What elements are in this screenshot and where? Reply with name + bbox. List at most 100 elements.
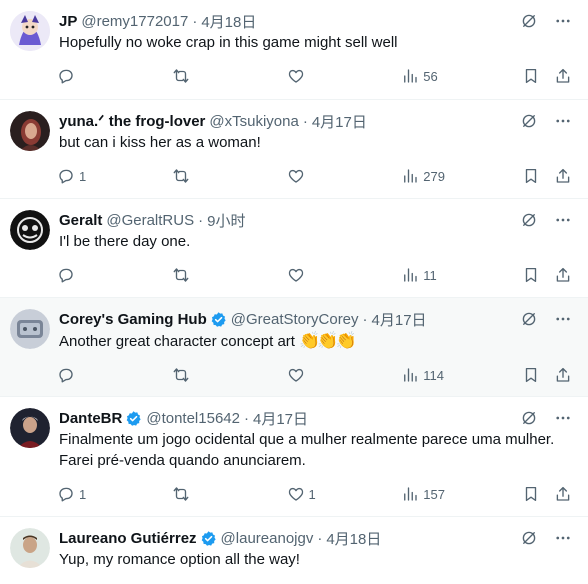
replies-feed: JP @remy1772017 · 4月18日 Hopefully no wok… — [0, 0, 588, 584]
action-bar: 1 1 157 — [57, 471, 572, 517]
tweet[interactable]: Laureano Gutiérrez @laureanojgv · 4月18日 … — [0, 517, 588, 584]
bookmark-icon[interactable] — [522, 266, 540, 284]
more-icon[interactable] — [554, 211, 572, 229]
separator-dot: · — [243, 409, 249, 427]
tweet-text: Hopefully no woke crap in this game migh… — [59, 34, 398, 51]
author-handle[interactable]: @xTsukiyona — [209, 113, 298, 130]
retweet-button[interactable] — [172, 366, 232, 384]
grok-icon[interactable] — [520, 409, 538, 427]
share-icon[interactable] — [554, 167, 572, 185]
views-button[interactable]: 157 — [401, 485, 467, 503]
grok-icon[interactable] — [520, 112, 538, 130]
author-handle[interactable]: @GeraltRUS — [106, 212, 194, 229]
retweet-button[interactable] — [172, 266, 232, 284]
retweet-button[interactable] — [172, 167, 232, 185]
share-icon[interactable] — [554, 67, 572, 85]
reply-icon — [59, 487, 73, 502]
more-icon[interactable] — [554, 12, 572, 30]
retweet-icon — [173, 69, 189, 83]
timestamp[interactable]: 4月18日 — [326, 528, 381, 549]
tweet[interactable]: yuna.ᐟ the frog-lover @xTsukiyona · 4月17… — [0, 100, 588, 199]
bookmark-icon[interactable] — [522, 366, 540, 384]
reply-button[interactable]: 1 — [57, 485, 117, 503]
grok-icon[interactable] — [520, 211, 538, 229]
avatar[interactable] — [10, 528, 50, 568]
grok-icon[interactable] — [520, 12, 538, 30]
avatar[interactable] — [10, 111, 50, 151]
avatar[interactable] — [10, 309, 50, 349]
more-icon[interactable] — [554, 529, 572, 547]
views-button[interactable]: 114 — [401, 366, 467, 384]
avatar[interactable] — [10, 11, 50, 51]
author-handle[interactable]: @tontel15642 — [146, 410, 240, 427]
reply-button[interactable]: 1 — [57, 167, 117, 185]
share-icon[interactable] — [554, 366, 572, 384]
share-icon[interactable] — [554, 266, 572, 284]
views-icon — [404, 487, 417, 501]
avatar[interactable] — [10, 408, 50, 448]
author-name[interactable]: Laureano Gutiérrez — [59, 530, 197, 547]
timestamp[interactable]: 9小时 — [207, 210, 245, 231]
like-icon — [288, 69, 303, 83]
avatar[interactable] — [10, 210, 50, 250]
views-count: 11 — [423, 267, 437, 283]
like-icon — [288, 368, 303, 382]
verified-badge-icon — [125, 410, 142, 427]
clap-emoji: 👏👏👏 — [299, 331, 356, 350]
timestamp[interactable]: 4月17日 — [253, 408, 308, 429]
retweet-button[interactable] — [172, 67, 232, 85]
views-count: 114 — [423, 367, 444, 383]
author-name[interactable]: yuna.ᐟ the frog-lover — [59, 112, 205, 130]
like-button[interactable] — [287, 167, 347, 185]
timestamp[interactable]: 4月17日 — [372, 309, 427, 330]
author-name[interactable]: DanteBR — [59, 410, 122, 427]
tweet-text: I'l be there day one. — [59, 233, 191, 250]
reply-icon — [59, 268, 73, 283]
reply-button[interactable] — [57, 266, 117, 284]
grok-icon[interactable] — [520, 529, 538, 547]
tweet[interactable]: Geralt @GeraltRUS · 9小时 I'l be there day… — [0, 199, 588, 298]
reply-count: 1 — [79, 168, 87, 184]
timestamp[interactable]: 4月18日 — [201, 11, 256, 32]
timestamp[interactable]: 4月17日 — [312, 111, 367, 132]
like-button[interactable] — [287, 366, 347, 384]
more-icon[interactable] — [554, 112, 572, 130]
author-handle[interactable]: @GreatStoryCorey — [231, 311, 359, 328]
more-icon[interactable] — [554, 310, 572, 328]
tweet[interactable]: DanteBR @tontel15642 · 4月17日 Finalmente … — [0, 397, 588, 517]
separator-dot: · — [192, 12, 198, 30]
tweet-text: Finalmente um jogo ocidental que a mulhe… — [59, 431, 555, 469]
bookmark-icon[interactable] — [522, 67, 540, 85]
author-name[interactable]: Geralt — [59, 212, 102, 229]
grok-icon[interactable] — [520, 310, 538, 328]
author-name[interactable]: Corey's Gaming Hub — [59, 311, 207, 328]
like-button[interactable] — [287, 266, 347, 284]
views-icon — [404, 169, 417, 183]
author-name[interactable]: JP — [59, 13, 77, 30]
views-icon — [404, 268, 417, 282]
reply-button[interactable] — [57, 67, 117, 85]
bookmark-icon[interactable] — [522, 167, 540, 185]
action-bar: 114 — [57, 352, 572, 398]
views-button[interactable]: 11 — [401, 266, 467, 284]
tweet[interactable]: JP @remy1772017 · 4月18日 Hopefully no wok… — [0, 0, 588, 100]
like-button[interactable] — [287, 67, 347, 85]
verified-badge-icon — [210, 311, 227, 328]
author-handle[interactable]: @remy1772017 — [81, 13, 188, 30]
like-icon — [288, 487, 303, 501]
reply-button[interactable] — [57, 366, 117, 384]
bookmark-icon[interactable] — [522, 485, 540, 503]
more-icon[interactable] — [554, 409, 572, 427]
like-button[interactable]: 1 — [287, 485, 347, 503]
share-icon[interactable] — [554, 485, 572, 503]
views-button[interactable]: 56 — [401, 67, 467, 85]
views-button[interactable]: 279 — [401, 167, 467, 185]
retweet-button[interactable] — [172, 485, 232, 503]
tweet-text: Another great character concept art 👏👏👏 — [59, 330, 572, 352]
action-bar: 56 — [57, 53, 572, 99]
author-handle[interactable]: @laureanojgv — [221, 530, 314, 547]
reply-icon — [59, 169, 73, 184]
separator-dot: · — [317, 529, 323, 547]
views-count: 279 — [423, 168, 445, 184]
tweet[interactable]: Corey's Gaming Hub @GreatStoryCorey · 4月… — [0, 298, 588, 397]
